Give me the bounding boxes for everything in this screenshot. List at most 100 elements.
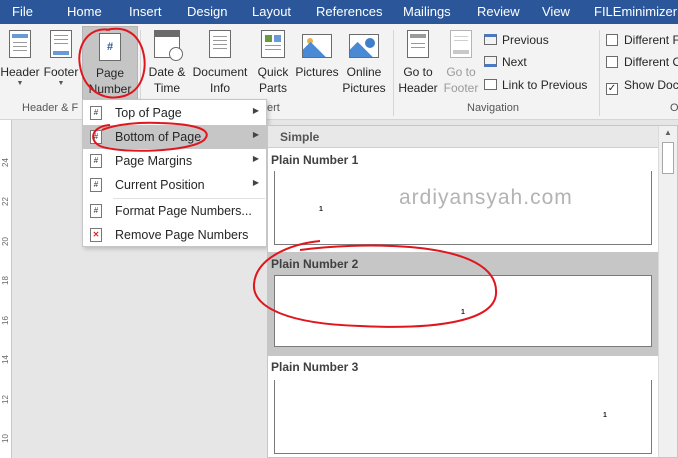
header-button[interactable]: Header ▼: [0, 30, 40, 88]
menu-item-label: Remove Page Numbers: [115, 228, 249, 242]
page-number-menu: # Top of Page ▶ # Bottom of Page ▶ # Pag…: [82, 99, 267, 247]
menu-item-label: Bottom of Page: [115, 130, 202, 144]
date-time-label-1: Date &: [148, 65, 186, 79]
menu-item-label: Current Position: [115, 178, 205, 192]
chevron-right-icon: ▶: [252, 106, 259, 115]
show-document-text-checkbox[interactable]: ✓ Show Doc: [606, 78, 678, 95]
tab-mailings[interactable]: Mailings: [403, 4, 451, 19]
different-first-page-checkbox[interactable]: Different F: [606, 33, 678, 47]
navigation-group-label: Navigation: [467, 102, 519, 114]
tab-view[interactable]: View: [542, 4, 570, 19]
show-doc-label: Show Doc: [624, 78, 678, 92]
menu-item-remove-page-numbers[interactable]: ✕ Remove Page Numbers: [83, 223, 266, 247]
chevron-right-icon: ▶: [252, 178, 259, 187]
ruler-number: 18: [0, 276, 10, 285]
menu-item-bottom-of-page[interactable]: # Bottom of Page ▶: [83, 125, 266, 149]
goto-footer-label-1: Go to: [446, 65, 476, 79]
page-number-preview: 1: [461, 309, 465, 316]
scrollbar-thumb[interactable]: [662, 142, 674, 174]
quick-parts-label-2: Parts: [258, 81, 287, 95]
tab-home[interactable]: Home: [67, 4, 102, 19]
page-margin-icon: #: [90, 154, 102, 168]
menu-item-label: Format Page Numbers...: [115, 204, 252, 218]
page-top-icon: #: [90, 106, 102, 120]
bottom-of-page-gallery: Simple Plain Number 1 1 Plain Number 2 1…: [267, 125, 678, 458]
date-time-button[interactable]: Date & Time: [143, 30, 191, 96]
goto-header-button[interactable]: Go to Header: [396, 30, 440, 96]
different-odd-label: Different O: [624, 55, 678, 69]
gallery-item-title[interactable]: Plain Number 1: [271, 153, 358, 167]
remove-numbers-icon: ✕: [90, 228, 102, 242]
document-info-button[interactable]: Document Info: [192, 30, 248, 96]
quick-parts-icon: [261, 30, 285, 58]
chevron-right-icon: ▶: [252, 154, 259, 163]
page-number-button[interactable]: # Page Number: [82, 26, 138, 100]
document-info-label-1: Document: [192, 65, 248, 79]
gallery-section-label: Simple: [280, 130, 320, 144]
ruler-number: 20: [0, 237, 10, 246]
scroll-up-icon[interactable]: ▲: [664, 128, 672, 137]
gallery-item-plain-number-3[interactable]: 1: [274, 380, 652, 454]
tab-references[interactable]: References: [316, 4, 382, 19]
next-label: Next: [502, 55, 527, 69]
previous-button[interactable]: Previous: [484, 33, 549, 47]
ribbon-tab-bar: File Home Insert Design Layout Reference…: [0, 0, 678, 24]
header-label: Header: [0, 65, 40, 79]
tab-layout[interactable]: Layout: [252, 4, 291, 19]
picture-icon: [302, 34, 332, 58]
format-numbers-icon: #: [90, 204, 102, 218]
tab-fileminimizer[interactable]: FILEminimizer: [594, 4, 677, 19]
gallery-item-title[interactable]: Plain Number 2: [271, 257, 358, 271]
menu-item-page-margins[interactable]: # Page Margins ▶: [83, 149, 266, 173]
insert-group-label: ert: [267, 102, 280, 114]
link-to-previous-label: Link to Previous: [502, 78, 588, 92]
quick-parts-button[interactable]: Quick Parts: [251, 30, 295, 96]
tab-review[interactable]: Review: [477, 4, 520, 19]
next-button[interactable]: Next: [484, 55, 527, 69]
checkbox-empty: [606, 56, 618, 68]
page-number-preview: 1: [319, 206, 323, 213]
goto-footer-button[interactable]: Go to Footer: [440, 30, 482, 96]
menu-item-current-position[interactable]: # Current Position ▶: [83, 173, 266, 197]
menu-item-top-of-page[interactable]: # Top of Page ▶: [83, 101, 266, 125]
page-bottom-icon: #: [90, 130, 102, 144]
pictures-label: Pictures: [295, 65, 339, 79]
date-time-label-2: Time: [153, 81, 181, 95]
group-divider: [393, 30, 394, 116]
gallery-section-header: Simple: [268, 126, 658, 148]
different-odd-even-checkbox[interactable]: Different O: [606, 55, 678, 69]
chevron-right-icon: ▶: [252, 130, 259, 139]
gallery-item-plain-number-2[interactable]: 1: [274, 275, 652, 347]
ruler-number: 10: [0, 434, 10, 443]
ruler-number: 16: [0, 316, 10, 325]
previous-label: Previous: [502, 33, 549, 47]
online-pictures-button[interactable]: Online Pictures: [340, 30, 388, 96]
tab-design[interactable]: Design: [187, 4, 227, 19]
different-first-label: Different F: [624, 33, 678, 47]
goto-header-label-2: Header: [398, 81, 438, 95]
tab-insert[interactable]: Insert: [129, 4, 162, 19]
menu-item-label: Top of Page: [115, 106, 182, 120]
goto-header-label-1: Go to: [403, 65, 433, 79]
next-icon: [484, 56, 497, 67]
online-pictures-label-2: Pictures: [342, 81, 386, 95]
chevron-down-icon: ▼: [16, 80, 24, 87]
goto-footer-icon: [450, 30, 472, 58]
ruler-number: 24: [0, 158, 10, 167]
checkbox-empty: [606, 34, 618, 46]
gallery-scrollbar[interactable]: ▲: [658, 126, 677, 457]
watermark-text: ardiyansyah.com: [399, 186, 573, 209]
goto-header-icon: [407, 30, 429, 58]
chevron-down-icon: ▼: [57, 80, 65, 87]
link-icon: [484, 79, 497, 90]
document-info-label-2: Info: [209, 81, 230, 95]
menu-item-format-page-numbers[interactable]: # Format Page Numbers...: [83, 199, 266, 223]
vertical-ruler: 24 22 20 18 16 14 12 10: [0, 120, 12, 458]
gallery-item-title[interactable]: Plain Number 3: [271, 360, 358, 374]
link-to-previous-button[interactable]: Link to Previous: [484, 78, 587, 92]
pictures-button[interactable]: Pictures: [295, 30, 339, 80]
tab-file[interactable]: File: [12, 4, 33, 19]
header-icon: [9, 30, 31, 58]
footer-button[interactable]: Footer ▼: [41, 30, 81, 88]
group-divider: [599, 30, 600, 116]
